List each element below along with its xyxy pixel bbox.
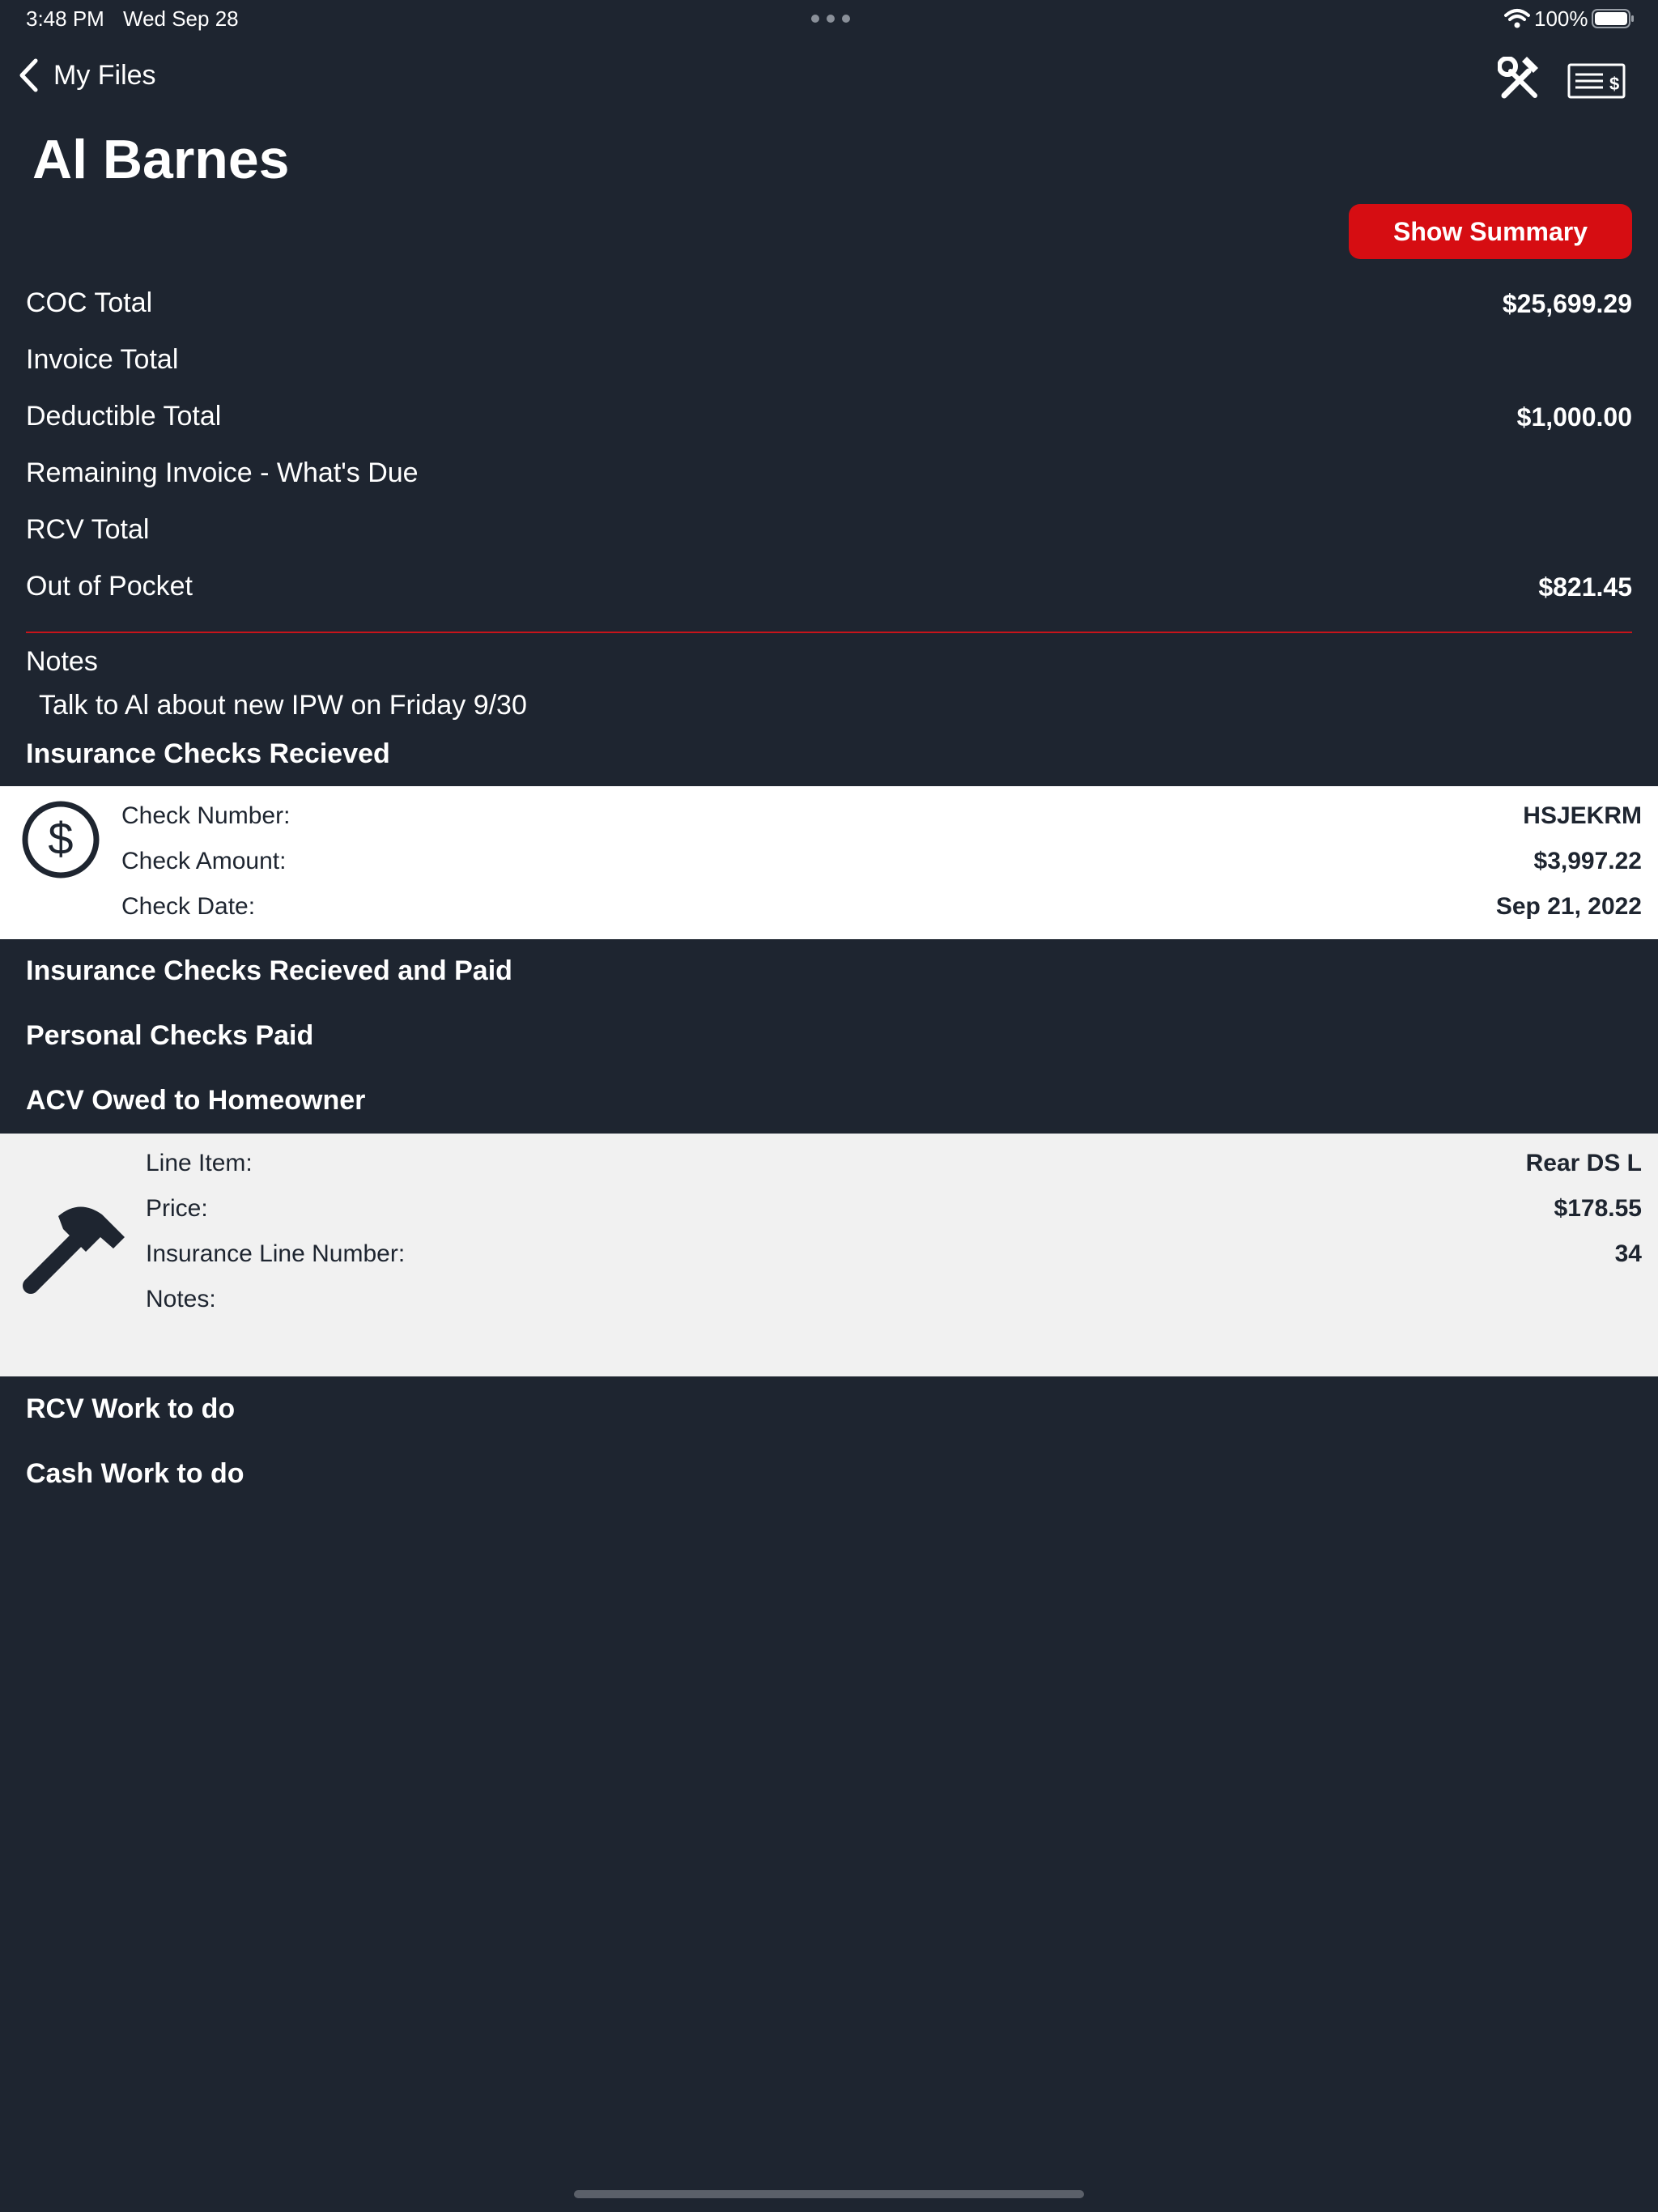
remaining-invoice-label: Remaining Invoice - What's Due (26, 457, 419, 488)
back-button[interactable]: My Files (18, 58, 156, 92)
line-item-value: Rear DS L (1525, 1150, 1642, 1176)
hammer-icon (23, 1198, 130, 1301)
check-amount-value: $3,997.22 (1533, 848, 1642, 874)
hammer-wrench-icon (1497, 56, 1538, 99)
page-title: Al Barnes (32, 129, 290, 190)
insurance-checks-paid-header[interactable]: Insurance Checks Recieved and Paid (26, 955, 512, 987)
check-number-value: HSJEKRM (1523, 802, 1642, 829)
home-indicator[interactable] (574, 2190, 1084, 2198)
insurance-line-number-value: 34 (1614, 1240, 1642, 1267)
rcv-total-label: RCV Total (26, 514, 150, 545)
section-divider (26, 632, 1632, 633)
cash-work-header[interactable]: Cash Work to do (26, 1458, 244, 1490)
dollar-circle-icon: $ (21, 800, 100, 883)
item-notes-label: Notes: (146, 1286, 216, 1312)
show-summary-button[interactable]: Show Summary (1349, 204, 1632, 259)
personal-checks-paid-header[interactable]: Personal Checks Paid (26, 1020, 313, 1052)
deductible-total-label: Deductible Total (26, 401, 222, 432)
out-of-pocket-label: Out of Pocket (26, 571, 193, 602)
svg-text:$: $ (48, 813, 73, 864)
check-date-label: Check Date: (121, 893, 256, 920)
tools-button[interactable] (1497, 56, 1541, 106)
check-amount-label: Check Amount: (121, 848, 287, 874)
insurance-checks-received-header[interactable]: Insurance Checks Recieved (26, 738, 390, 770)
check-date-value: Sep 21, 2022 (1495, 893, 1642, 920)
coc-total-label: COC Total (26, 287, 153, 318)
price-value: $178.55 (1554, 1195, 1642, 1222)
notes-label: Notes (26, 646, 98, 677)
deductible-total-value: $1,000.00 (1516, 402, 1632, 432)
wifi-icon (1504, 8, 1530, 33)
checks-button[interactable]: $ (1567, 63, 1626, 103)
check-number-label: Check Number: (121, 802, 291, 829)
rcv-work-header[interactable]: RCV Work to do (26, 1393, 235, 1425)
multitasking-dots-icon[interactable] (811, 15, 850, 23)
line-item-label: Line Item: (146, 1150, 253, 1176)
notes-text: Talk to Al about new IPW on Friday 9/30 (39, 690, 527, 721)
battery-percent: 100% (1534, 6, 1588, 31)
svg-text:$: $ (1609, 74, 1619, 94)
insurance-line-number-label: Insurance Line Number: (146, 1240, 406, 1267)
status-date: Wed Sep 28 (123, 6, 239, 31)
battery-icon (1592, 9, 1635, 34)
out-of-pocket-value: $821.45 (1538, 572, 1632, 602)
price-label: Price: (146, 1195, 208, 1222)
coc-total-value: $25,699.29 (1502, 289, 1632, 318)
acv-line-item-card[interactable]: Line Item: Rear DS L Price: $178.55 Insu… (0, 1134, 1658, 1376)
status-time: 3:48 PM (26, 6, 104, 31)
acv-owed-header[interactable]: ACV Owed to Homeowner (26, 1085, 365, 1117)
chevron-left-icon (19, 58, 38, 92)
check-card[interactable]: $ Check Number: HSJEKRM Check Amount: $3… (0, 786, 1658, 939)
check-dollar-icon: $ (1567, 63, 1626, 99)
invoice-total-label: Invoice Total (26, 344, 179, 375)
back-label: My Files (53, 59, 156, 91)
